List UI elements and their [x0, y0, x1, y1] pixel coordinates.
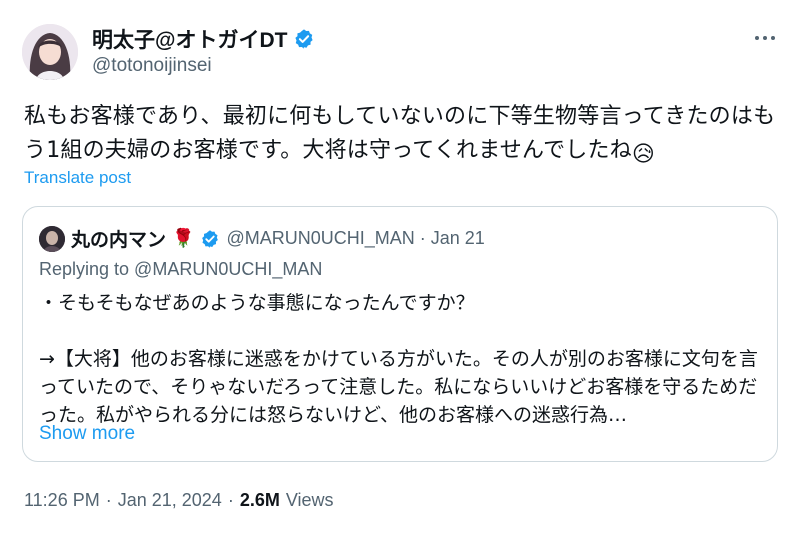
translate-post-link[interactable]: Translate post	[24, 168, 131, 188]
author-handle[interactable]: @totonoijinsei	[92, 55, 212, 77]
quote-profile-photo-icon	[39, 225, 65, 252]
post-meta: 11:26 PM · Jan 21, 2024 · 2.6M Views	[24, 490, 334, 511]
more-options-icon[interactable]	[752, 28, 778, 48]
views-count: 2.6M	[239, 490, 280, 510]
post-date[interactable]: Jan 21, 2024	[118, 490, 222, 511]
post-text: 私もお客様であり、最初に何もしていないのに下等生物等言ってきたのはもう1組の夫婦…	[24, 100, 784, 172]
post-time[interactable]: 11:26 PM	[24, 490, 100, 511]
rose-emoji: 🌹	[172, 228, 195, 248]
author-display-name[interactable]: 明太子@オトガイDT	[92, 24, 287, 54]
quoted-post[interactable]: 丸の内マン 🌹 @MARUN0UCHI_MAN · Jan 21 Replyin…	[22, 206, 778, 462]
quote-author-name[interactable]: 丸の内マン	[71, 225, 166, 252]
replying-to: Replying to @MARUN0UCHI_MAN	[39, 259, 323, 279]
meta-separator: ·	[227, 490, 234, 510]
post-body: 私もお客様であり、最初に何もしていないのに下等生物等言ってきたのはもう1組の夫婦…	[24, 104, 776, 163]
quote-text: ・そもそもなぜあのような事態になったんですか？ →【大将】他のお客様に迷惑をかけ…	[39, 292, 758, 426]
quote-handle-date[interactable]: @MARUN0UCHI_MAN · Jan 21	[226, 228, 484, 249]
meta-separator: ·	[105, 490, 112, 510]
quote-verified-badge-icon	[202, 229, 219, 248]
show-more-link[interactable]: Show more	[39, 423, 135, 445]
verified-badge-icon	[295, 29, 314, 49]
author-avatar[interactable]	[22, 24, 78, 80]
views-label: Views	[285, 490, 334, 510]
quote-author-avatar[interactable]	[39, 225, 65, 252]
profile-photo-icon	[22, 24, 78, 80]
sad-face-emoji: 😥	[631, 142, 656, 167]
